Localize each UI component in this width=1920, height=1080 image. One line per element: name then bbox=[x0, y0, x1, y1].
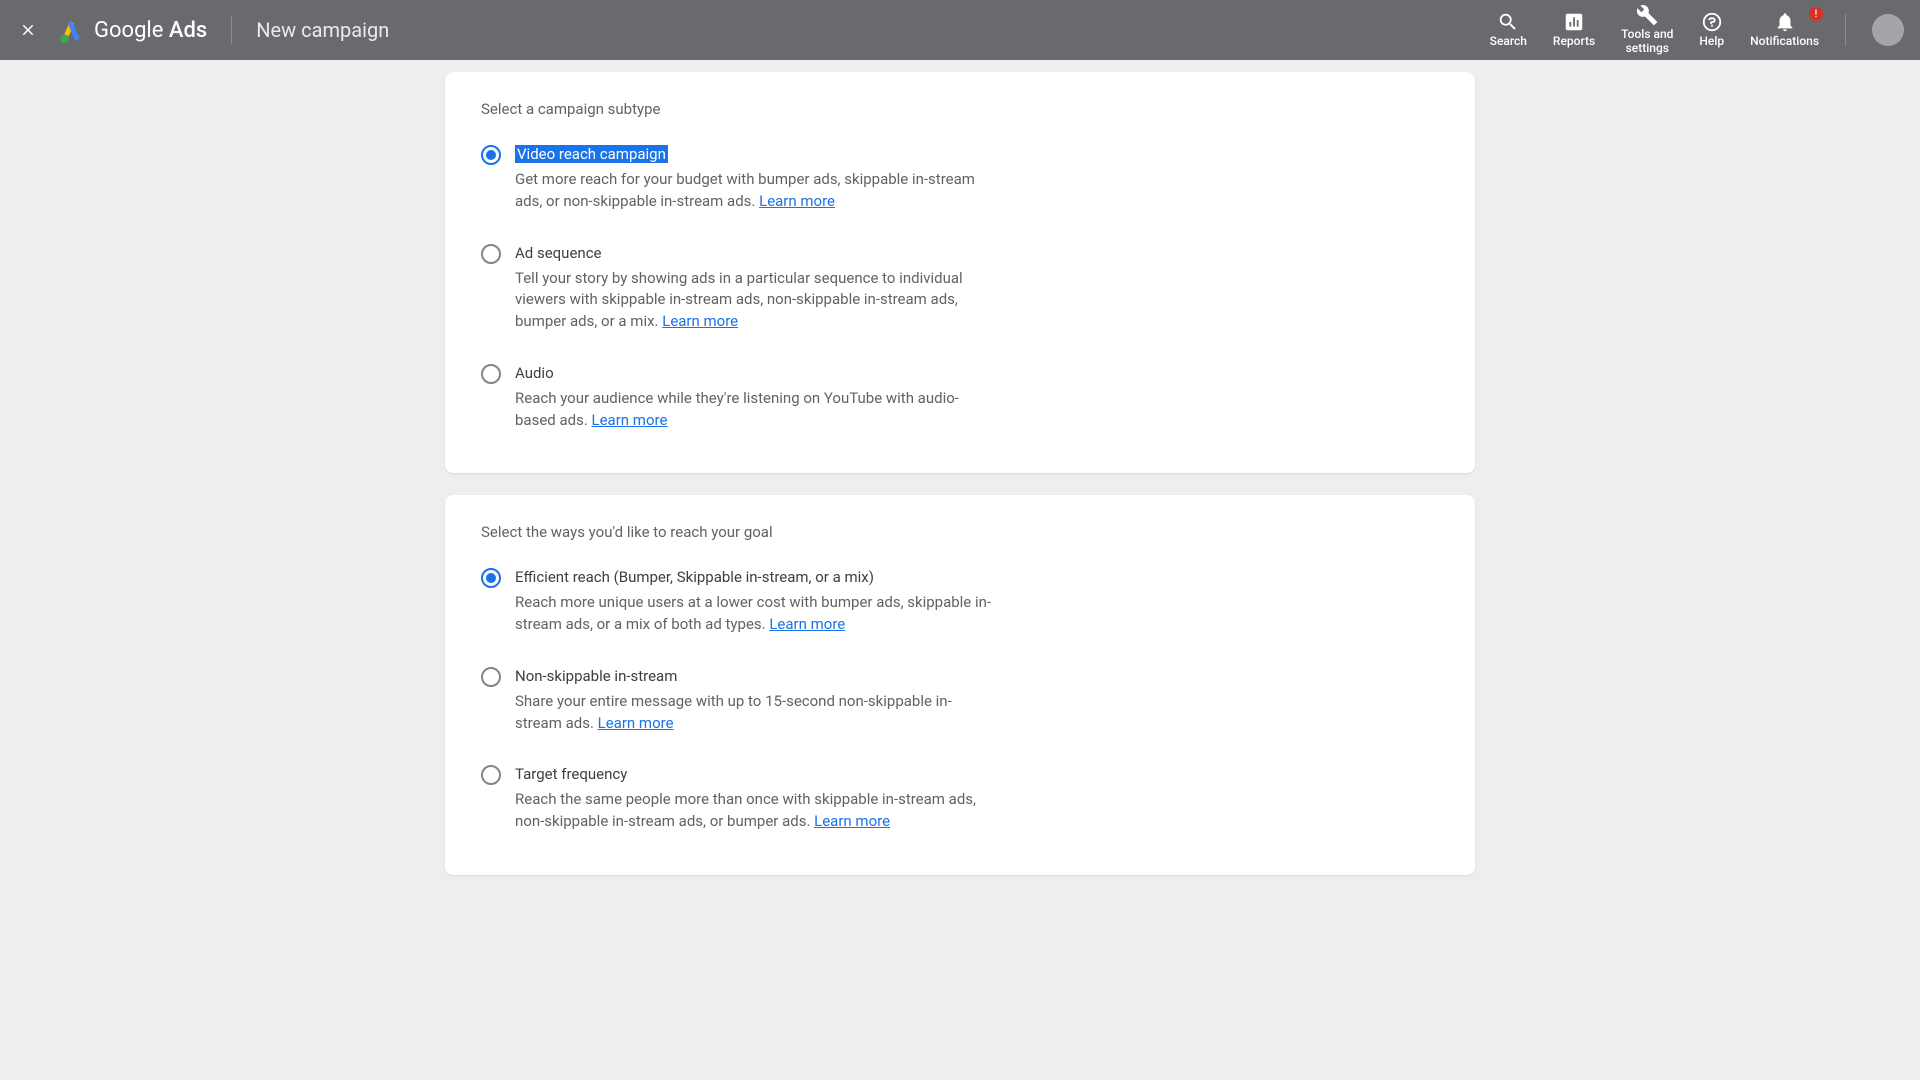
account-avatar[interactable] bbox=[1872, 14, 1904, 46]
google-ads-logo-icon bbox=[58, 17, 84, 43]
wrench-icon bbox=[1636, 4, 1658, 26]
option-efficient-reach[interactable]: Efficient reach (Bumper, Skippable in-st… bbox=[481, 567, 1439, 636]
option-title: Audio bbox=[515, 364, 554, 382]
option-title: Target frequency bbox=[515, 765, 627, 783]
option-desc: Reach the same people more than once wit… bbox=[515, 789, 995, 833]
learn-more-link[interactable]: Learn more bbox=[662, 312, 738, 330]
nav-search[interactable]: Search bbox=[1490, 11, 1527, 49]
option-audio[interactable]: Audio Reach your audience while they're … bbox=[481, 363, 1439, 432]
header-left: Google Ads New campaign bbox=[16, 16, 389, 44]
reports-icon bbox=[1563, 11, 1585, 33]
nav-tools[interactable]: Tools and settings bbox=[1621, 4, 1673, 56]
main-scroll[interactable]: Select a campaign subtype Video reach ca… bbox=[0, 60, 1920, 1080]
radio-audio[interactable] bbox=[481, 364, 501, 384]
logo-text: Google Ads bbox=[94, 18, 207, 43]
radio-efficient-reach[interactable] bbox=[481, 568, 501, 588]
option-video-reach[interactable]: Video reach campaign Get more reach for … bbox=[481, 144, 1439, 213]
divider bbox=[1845, 14, 1846, 46]
page-title: New campaign bbox=[256, 18, 389, 42]
option-desc: Get more reach for your budget with bump… bbox=[515, 169, 995, 213]
header-right: Search Reports Tools and settings Help !… bbox=[1490, 4, 1904, 56]
option-title: Video reach campaign bbox=[515, 145, 668, 163]
option-desc: Share your entire message with up to 15-… bbox=[515, 691, 995, 735]
option-title: Non-skippable in-stream bbox=[515, 667, 677, 685]
divider bbox=[231, 16, 232, 44]
close-icon bbox=[19, 21, 37, 39]
nav-label: Search bbox=[1490, 35, 1527, 49]
notification-badge: ! bbox=[1809, 7, 1823, 21]
search-icon bbox=[1497, 11, 1519, 33]
reach-goal-card: Select the ways you'd like to reach your… bbox=[445, 495, 1475, 875]
radio-ad-sequence[interactable] bbox=[481, 244, 501, 264]
radio-non-skippable[interactable] bbox=[481, 667, 501, 687]
learn-more-link[interactable]: Learn more bbox=[598, 714, 674, 732]
nav-notifications[interactable]: ! Notifications bbox=[1750, 11, 1819, 49]
learn-more-link[interactable]: Learn more bbox=[592, 411, 668, 429]
learn-more-link[interactable]: Learn more bbox=[759, 192, 835, 210]
radio-target-frequency[interactable] bbox=[481, 765, 501, 785]
option-ad-sequence[interactable]: Ad sequence Tell your story by showing a… bbox=[481, 243, 1439, 333]
nav-label: Reports bbox=[1553, 35, 1595, 49]
option-target-frequency[interactable]: Target frequency Reach the same people m… bbox=[481, 764, 1439, 833]
close-button[interactable] bbox=[16, 18, 40, 42]
option-desc: Reach your audience while they're listen… bbox=[515, 388, 995, 432]
nav-label: Help bbox=[1699, 35, 1724, 49]
app-header: Google Ads New campaign Search Reports T… bbox=[0, 0, 1920, 60]
option-title: Efficient reach (Bumper, Skippable in-st… bbox=[515, 568, 874, 586]
option-non-skippable[interactable]: Non-skippable in-stream Share your entir… bbox=[481, 666, 1439, 735]
nav-label: Notifications bbox=[1750, 35, 1819, 49]
nav-help[interactable]: Help bbox=[1699, 11, 1724, 49]
campaign-subtype-card: Select a campaign subtype Video reach ca… bbox=[445, 72, 1475, 473]
option-title: Ad sequence bbox=[515, 244, 602, 262]
logo[interactable]: Google Ads bbox=[58, 17, 207, 43]
card-title: Select the ways you'd like to reach your… bbox=[481, 523, 1439, 541]
option-desc: Tell your story by showing ads in a part… bbox=[515, 268, 995, 333]
radio-video-reach[interactable] bbox=[481, 145, 501, 165]
help-icon bbox=[1701, 11, 1723, 33]
option-desc: Reach more unique users at a lower cost … bbox=[515, 592, 995, 636]
learn-more-link[interactable]: Learn more bbox=[769, 615, 845, 633]
nav-label: Tools and settings bbox=[1621, 28, 1673, 56]
bell-icon bbox=[1774, 11, 1796, 33]
nav-reports[interactable]: Reports bbox=[1553, 11, 1595, 49]
card-title: Select a campaign subtype bbox=[481, 100, 1439, 118]
learn-more-link[interactable]: Learn more bbox=[814, 812, 890, 830]
